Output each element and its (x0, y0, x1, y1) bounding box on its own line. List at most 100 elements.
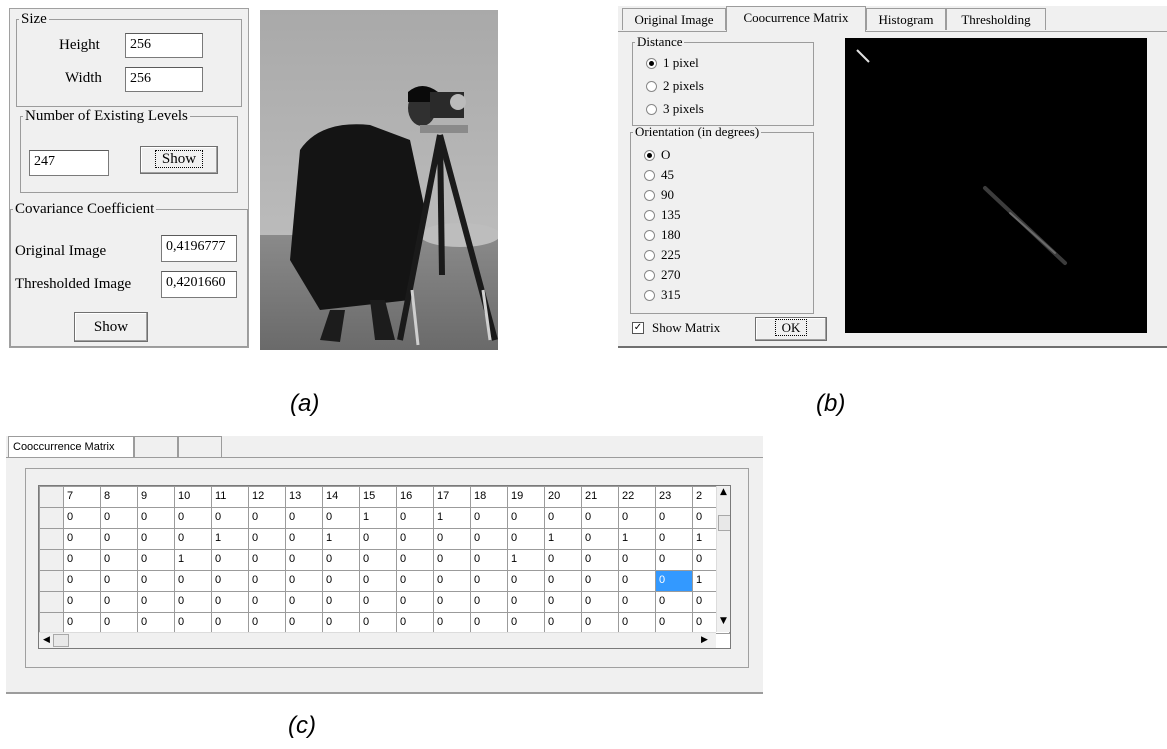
matrix-cell[interactable]: 0 (396, 507, 434, 529)
row-header-cell[interactable] (39, 507, 64, 529)
tab-empty-2[interactable] (178, 436, 222, 458)
matrix-cell[interactable]: 0 (470, 528, 508, 550)
show-matrix-checkbox[interactable]: ✓ Show Matrix (632, 320, 720, 336)
matrix-cell[interactable]: 0 (322, 591, 360, 613)
column-header[interactable]: 16 (396, 486, 434, 508)
matrix-cell[interactable]: 0 (100, 591, 138, 613)
matrix-cell[interactable]: 0 (63, 591, 101, 613)
covariance-show-button[interactable]: Show (74, 312, 148, 342)
matrix-cell[interactable]: 0 (174, 507, 212, 529)
orientation-225-radio[interactable]: 225 (644, 247, 681, 263)
orientation-180-radio[interactable]: 180 (644, 227, 681, 243)
original-coefficient-field[interactable]: 0,4196777 (161, 235, 237, 262)
matrix-cell[interactable]: 0 (359, 570, 397, 592)
matrix-cell[interactable]: 0 (396, 612, 434, 634)
matrix-cell[interactable]: 0 (581, 612, 619, 634)
matrix-cell[interactable]: 0 (211, 591, 249, 613)
tab-empty-1[interactable] (134, 436, 178, 458)
matrix-cell[interactable]: 0 (248, 570, 286, 592)
matrix-cell[interactable]: 0 (248, 549, 286, 571)
matrix-cell[interactable]: 0 (396, 549, 434, 571)
matrix-cell[interactable]: 0 (470, 591, 508, 613)
matrix-cell[interactable]: 0 (433, 591, 471, 613)
matrix-cell[interactable]: 0 (359, 528, 397, 550)
matrix-cell[interactable]: 0 (655, 549, 693, 571)
matrix-cell[interactable]: 1 (544, 528, 582, 550)
matrix-cell[interactable]: 0 (470, 570, 508, 592)
matrix-cell[interactable]: 0 (544, 549, 582, 571)
column-header[interactable]: 21 (581, 486, 619, 508)
matrix-cell[interactable]: 0 (174, 591, 212, 613)
matrix-cell[interactable]: 0 (544, 612, 582, 634)
matrix-cell[interactable]: 0 (581, 507, 619, 529)
matrix-cell[interactable]: 0 (248, 591, 286, 613)
matrix-cell[interactable]: 0 (137, 507, 175, 529)
matrix-cell[interactable]: 0 (137, 528, 175, 550)
matrix-cell[interactable]: 0 (655, 570, 693, 592)
matrix-cell[interactable]: 0 (248, 612, 286, 634)
column-header[interactable]: 14 (322, 486, 360, 508)
matrix-cell[interactable]: 0 (618, 612, 656, 634)
matrix-cell[interactable]: 1 (322, 528, 360, 550)
matrix-cell[interactable]: 1 (211, 528, 249, 550)
matrix-cell[interactable]: 0 (100, 507, 138, 529)
levels-show-button[interactable]: Show (140, 146, 218, 174)
matrix-cell[interactable]: 0 (618, 507, 656, 529)
column-header[interactable]: 10 (174, 486, 212, 508)
orientation-90-radio[interactable]: 90 (644, 187, 674, 203)
matrix-cell[interactable]: 0 (618, 549, 656, 571)
scroll-left-icon[interactable]: ◀ (43, 635, 50, 645)
orientation-45-radio[interactable]: 45 (644, 167, 674, 183)
column-header[interactable]: 19 (507, 486, 545, 508)
matrix-cell[interactable]: 0 (211, 507, 249, 529)
matrix-cell[interactable]: 0 (137, 591, 175, 613)
matrix-cell[interactable]: 0 (100, 570, 138, 592)
tab-cooccurrence-matrix-grid[interactable]: Cooccurrence Matrix (8, 436, 134, 458)
matrix-cell[interactable]: 0 (433, 549, 471, 571)
matrix-cell[interactable]: 0 (137, 612, 175, 634)
matrix-cell[interactable]: 1 (359, 507, 397, 529)
matrix-cell[interactable]: 0 (322, 549, 360, 571)
matrix-cell[interactable]: 0 (174, 570, 212, 592)
matrix-cell[interactable]: 0 (433, 570, 471, 592)
matrix-cell[interactable]: 0 (507, 591, 545, 613)
distance-1-pixel-radio[interactable]: 1 pixel (646, 55, 699, 71)
column-header[interactable]: 18 (470, 486, 508, 508)
matrix-cell[interactable]: 0 (470, 612, 508, 634)
distance-3-pixels-radio[interactable]: 3 pixels (646, 101, 704, 117)
distance-2-pixels-radio[interactable]: 2 pixels (646, 78, 704, 94)
matrix-cell[interactable]: 0 (655, 612, 693, 634)
matrix-cell[interactable]: 1 (433, 507, 471, 529)
matrix-cell[interactable]: 0 (618, 570, 656, 592)
matrix-cell[interactable]: 0 (211, 570, 249, 592)
matrix-cell[interactable]: 0 (507, 612, 545, 634)
matrix-cell[interactable]: 0 (655, 591, 693, 613)
matrix-cell[interactable]: 0 (359, 591, 397, 613)
matrix-cell[interactable]: 0 (63, 549, 101, 571)
column-header[interactable]: 9 (137, 486, 175, 508)
matrix-cell[interactable]: 0 (655, 528, 693, 550)
matrix-cell[interactable]: 0 (433, 612, 471, 634)
horizontal-scrollbar[interactable]: ◀ ▶ (39, 632, 716, 648)
matrix-cell[interactable]: 0 (470, 549, 508, 571)
column-header[interactable]: 12 (248, 486, 286, 508)
tab-thresholding[interactable]: Thresholding (946, 8, 1046, 30)
matrix-cell[interactable]: 0 (63, 507, 101, 529)
matrix-cell[interactable]: 0 (396, 591, 434, 613)
matrix-cell[interactable]: 0 (359, 612, 397, 634)
matrix-cell[interactable]: 0 (581, 528, 619, 550)
row-header-cell[interactable] (39, 612, 64, 634)
matrix-cell[interactable]: 0 (322, 612, 360, 634)
vertical-scroll-thumb[interactable] (718, 515, 730, 531)
matrix-cell[interactable]: 0 (544, 570, 582, 592)
matrix-cell[interactable]: 0 (137, 549, 175, 571)
row-header-cell[interactable] (39, 591, 64, 613)
column-header[interactable]: 11 (211, 486, 249, 508)
matrix-cell[interactable]: 0 (470, 507, 508, 529)
matrix-cell[interactable]: 0 (174, 612, 212, 634)
column-header[interactable]: 15 (359, 486, 397, 508)
orientation-315-radio[interactable]: 315 (644, 287, 681, 303)
matrix-cell[interactable]: 0 (285, 528, 323, 550)
matrix-cell[interactable]: 0 (507, 507, 545, 529)
row-header-cell[interactable] (39, 570, 64, 592)
